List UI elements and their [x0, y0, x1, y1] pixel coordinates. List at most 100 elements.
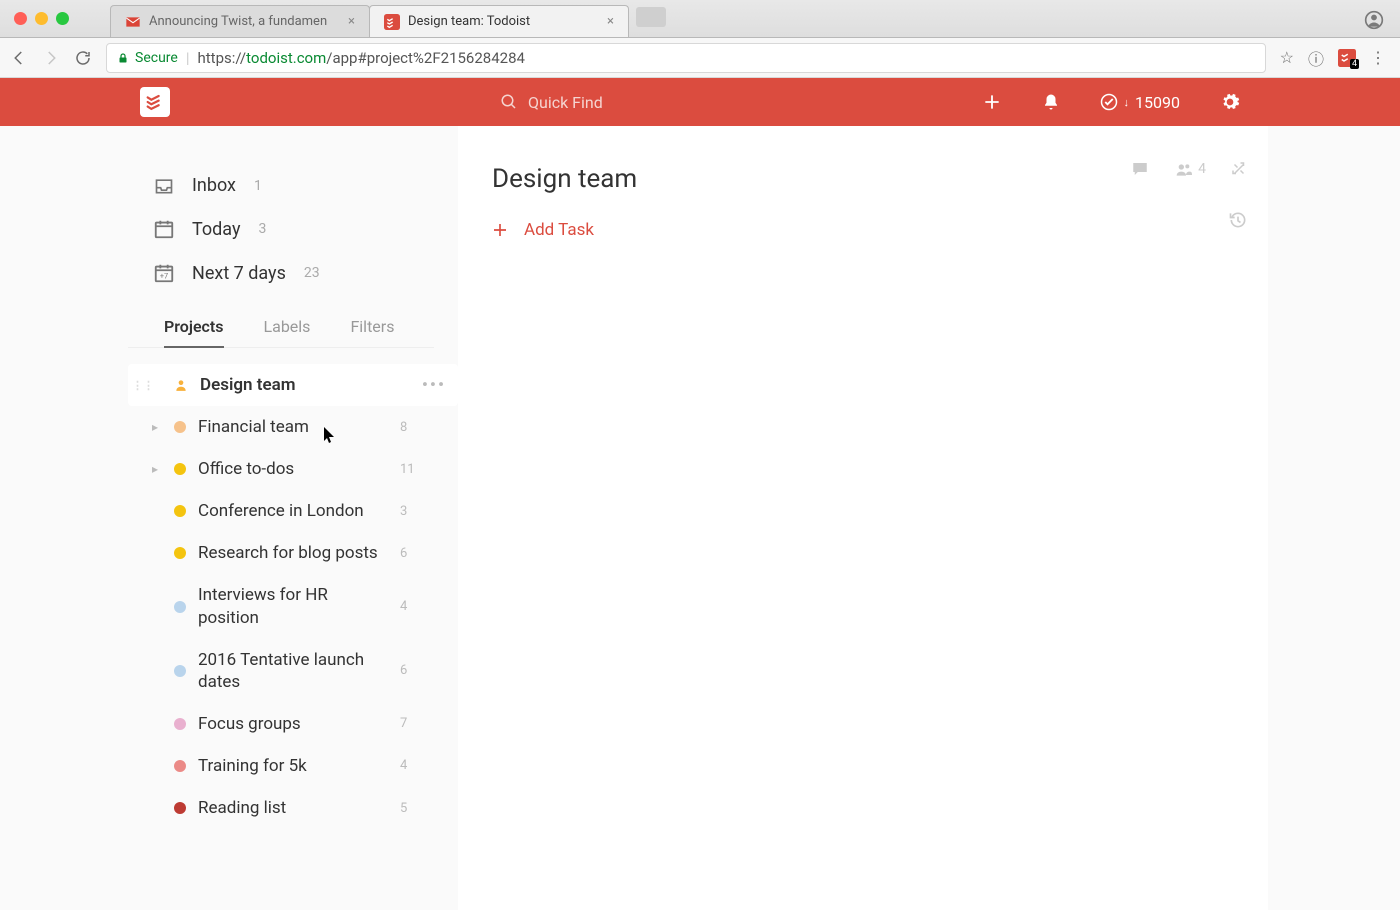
- project-item[interactable]: Reading list5: [128, 787, 458, 829]
- notifications-icon[interactable]: [1042, 92, 1060, 112]
- project-color-dot: [174, 760, 186, 772]
- project-name: Design team: [200, 374, 390, 396]
- secure-label: Secure: [135, 50, 178, 66]
- url-text: https://todoist.com/app#project%2F215628…: [198, 49, 525, 67]
- tab-close-icon[interactable]: ×: [607, 14, 614, 29]
- tab-title: Announcing Twist, a fundamen: [149, 14, 340, 29]
- secure-indicator: Secure: [117, 50, 178, 66]
- back-button[interactable]: [10, 49, 28, 67]
- project-count: 6: [400, 546, 407, 561]
- project-name: Research for blog posts: [198, 542, 388, 564]
- today-label: Today: [192, 219, 240, 240]
- window-controls: [0, 12, 83, 25]
- new-tab-button[interactable]: [636, 7, 666, 27]
- project-item[interactable]: Research for blog posts 6: [128, 532, 458, 574]
- project-color-dot: [174, 547, 186, 559]
- next7-count: 23: [304, 265, 320, 281]
- chevron-right-icon[interactable]: ▸: [148, 420, 162, 434]
- gmail-icon: [125, 14, 141, 30]
- project-item[interactable]: Focus groups 7: [128, 703, 458, 745]
- project-more-icon[interactable]: •••: [422, 375, 446, 395]
- project-item[interactable]: Conference in London 3: [128, 490, 458, 532]
- project-name: 2016 Tentative launch dates: [198, 649, 388, 693]
- todoist-app: Quick Find ↓ 15090 Inbox 1 Today 3: [0, 78, 1400, 910]
- add-task-button[interactable]: Add Task: [492, 220, 1224, 240]
- reload-button[interactable]: [74, 49, 92, 67]
- project-count: 11: [400, 462, 415, 477]
- project-name: Conference in London: [198, 500, 388, 522]
- project-count: 7: [400, 716, 407, 731]
- profile-icon[interactable]: [1364, 10, 1384, 30]
- todoist-favicon-icon: [384, 14, 400, 30]
- project-name: Focus groups: [198, 713, 388, 735]
- logo-icon[interactable]: [140, 87, 170, 117]
- browser-chrome: Announcing Twist, a fundamen × Design te…: [0, 0, 1400, 78]
- extension-icon[interactable]: 4: [1338, 49, 1356, 67]
- sidebar-inbox[interactable]: Inbox 1: [128, 164, 458, 207]
- browser-tab-bar: Announcing Twist, a fundamen × Design te…: [0, 0, 1400, 38]
- chevron-right-icon[interactable]: ▸: [148, 462, 162, 476]
- browser-tab[interactable]: Announcing Twist, a fundamen ×: [110, 5, 370, 37]
- project-color-dot: [174, 421, 186, 433]
- project-count: 3: [400, 504, 407, 519]
- project-item[interactable]: ▸ Office to-dos 11: [128, 448, 458, 490]
- karma-score[interactable]: ↓ 15090: [1100, 93, 1180, 112]
- tab-filters[interactable]: Filters: [350, 317, 394, 347]
- search-box[interactable]: Quick Find: [500, 93, 603, 112]
- settings-gear-icon[interactable]: [1220, 92, 1240, 112]
- bookmark-star-icon[interactable]: ☆: [1280, 48, 1294, 67]
- window-maximize-icon[interactable]: [56, 12, 69, 25]
- project-name: Reading list: [198, 797, 388, 819]
- sidebar: Inbox 1 Today 3 +7 Next 7 days 23 Projec…: [128, 126, 458, 910]
- main-content: Design team 4 Add Task: [458, 126, 1268, 910]
- project-color-dot: [174, 601, 186, 613]
- people-count: 4: [1198, 161, 1206, 177]
- tab-labels[interactable]: Labels: [264, 317, 311, 347]
- project-item[interactable]: Interviews for HR position 4: [128, 574, 458, 638]
- shared-person-icon: [174, 378, 188, 392]
- search-icon: [500, 93, 518, 111]
- inbox-label: Inbox: [192, 175, 236, 196]
- project-name: Interviews for HR position: [198, 584, 388, 628]
- project-item[interactable]: Training for 5k4: [128, 745, 458, 787]
- menu-icon[interactable]: ⋮: [1370, 48, 1386, 67]
- sidebar-next7days[interactable]: +7 Next 7 days 23: [128, 251, 458, 295]
- info-icon[interactable]: ⓘ: [1308, 46, 1324, 70]
- project-title: Design team: [492, 164, 1224, 194]
- window-close-icon[interactable]: [14, 12, 27, 25]
- window-minimize-icon[interactable]: [35, 12, 48, 25]
- tabs-container: Announcing Twist, a fundamen × Design te…: [110, 0, 666, 37]
- tab-projects[interactable]: Projects: [164, 317, 224, 348]
- project-color-dot: [174, 463, 186, 475]
- project-color-dot: [174, 718, 186, 730]
- comments-icon[interactable]: [1130, 160, 1150, 178]
- project-name: Office to-dos: [198, 458, 388, 480]
- search-placeholder: Quick Find: [528, 93, 603, 112]
- inbox-icon: [152, 176, 176, 196]
- svg-text:+7: +7: [160, 272, 168, 281]
- sidebar-tabs: Projects Labels Filters: [128, 295, 434, 348]
- project-options-icon[interactable]: [1230, 160, 1248, 178]
- sidebar-today[interactable]: Today 3: [128, 207, 458, 251]
- activity-history-icon[interactable]: [1228, 210, 1248, 230]
- project-item[interactable]: 2016 Tentative launch dates 6: [128, 639, 458, 703]
- lock-icon: [117, 51, 129, 65]
- karma-icon: [1100, 93, 1118, 111]
- app-topbar: Quick Find ↓ 15090: [0, 78, 1400, 126]
- project-item[interactable]: ⋮⋮ Design team •••: [128, 364, 458, 406]
- extension-badge-count: 4: [1350, 59, 1359, 69]
- browser-tab-active[interactable]: Design team: Todoist ×: [369, 5, 629, 37]
- project-item[interactable]: ▸Financial team8: [128, 406, 458, 448]
- tab-close-icon[interactable]: ×: [348, 14, 355, 29]
- next7-label: Next 7 days: [192, 263, 286, 284]
- project-count: 6: [400, 663, 407, 678]
- tab-title: Design team: Todoist: [408, 14, 599, 29]
- share-icon[interactable]: 4: [1174, 161, 1206, 177]
- url-input[interactable]: Secure | https://todoist.com/app#project…: [106, 43, 1266, 73]
- project-name: Financial team: [198, 416, 388, 438]
- project-count: 4: [400, 599, 407, 614]
- forward-button[interactable]: [42, 49, 60, 67]
- quick-add-icon[interactable]: [982, 92, 1002, 112]
- inbox-count: 1: [254, 178, 262, 194]
- drag-handle-icon[interactable]: ⋮⋮: [132, 379, 154, 392]
